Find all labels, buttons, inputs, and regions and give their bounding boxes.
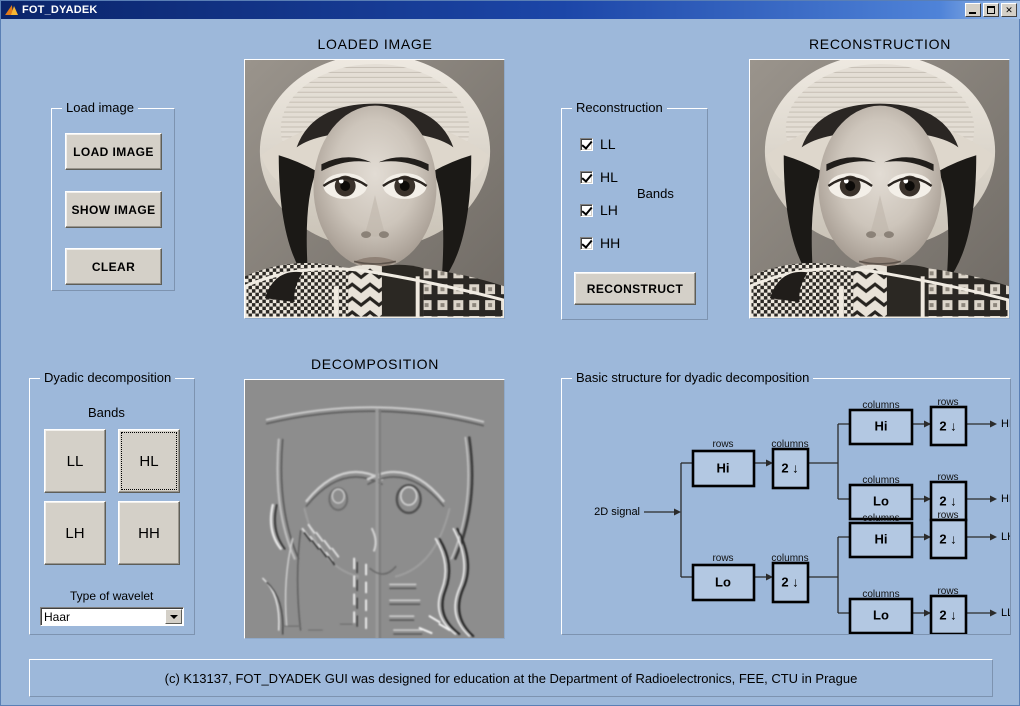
load-image-panel: Load image LOAD IMAGE SHOW IMAGE CLEAR	[51, 100, 175, 291]
band-button-hh[interactable]: HH	[118, 501, 180, 565]
close-icon: ✕	[1005, 4, 1013, 15]
downsampler-hh-label: 2 ↓	[939, 418, 956, 433]
loaded-image-heading: LOADED IMAGE	[317, 36, 433, 52]
reconstruction-heading: RECONSTRUCTION	[808, 36, 952, 52]
close-button[interactable]: ✕	[1001, 3, 1017, 17]
decomposition-heading: DECOMPOSITION	[310, 356, 440, 372]
downsampler-stage1-hi-label: 2 ↓	[781, 460, 798, 475]
band-button-ll[interactable]: LL	[44, 429, 106, 493]
reconstruction-panel-title: Reconstruction	[572, 100, 667, 115]
block-stage2-hi-bottom-label: Hi	[875, 531, 888, 546]
output-label-hl: HL	[1001, 493, 1010, 505]
reconstruction-bands-label: Bands	[637, 186, 674, 201]
band-button-hl[interactable]: HL	[118, 429, 180, 493]
checkbox-ll-label: LL	[600, 136, 616, 152]
dyadic-bands-label: Bands	[88, 405, 125, 420]
footer-credit: (c) K13137, FOT_DYADEK GUI was designed …	[29, 659, 993, 697]
checkbox-hl-box[interactable]	[580, 170, 593, 184]
checkbox-hh-label: HH	[600, 235, 621, 251]
downsampler-lh-label: 2 ↓	[939, 531, 956, 546]
checkbox-ll[interactable]: LL	[580, 136, 616, 152]
diagram-input-label: 2D signal	[594, 506, 640, 518]
caption-rows-2: rows	[712, 553, 733, 564]
wavelet-type-label: Type of wavelet	[70, 589, 154, 603]
decomposition-image-render	[245, 380, 504, 638]
window-controls: ✕	[965, 3, 1017, 17]
block-stage2-hi-top-label: Hi	[875, 418, 888, 433]
checkbox-hl[interactable]: HL	[580, 169, 618, 185]
checkbox-hh[interactable]: HH	[580, 235, 620, 251]
output-label-ll: LL	[1001, 607, 1010, 619]
downsampler-stage1-lo-label: 2 ↓	[781, 574, 798, 589]
load-image-panel-title: Load image	[62, 100, 138, 115]
clear-button[interactable]: CLEAR	[65, 248, 162, 285]
basic-structure-panel: Basic structure for dyadic decomposition	[561, 370, 1011, 635]
downsampler-hl-label: 2 ↓	[939, 493, 956, 508]
show-image-button[interactable]: SHOW IMAGE	[65, 191, 162, 228]
caption-rows-1: rows	[712, 439, 733, 450]
output-label-lh: LH	[1001, 531, 1010, 543]
window-title: FOT_DYADEK	[22, 4, 98, 16]
checkbox-hh-box[interactable]	[580, 236, 593, 250]
dyadic-decomposition-panel: Dyadic decomposition Bands LL HL LH HH T…	[29, 370, 195, 635]
chevron-down-icon[interactable]	[165, 609, 182, 624]
dyadic-structure-diagram: 2D signal rows Hi columns 2 ↓ rows Lo co…	[594, 397, 1010, 634]
checkbox-lh[interactable]: LH	[580, 202, 618, 218]
reconstruction-image-axes	[749, 59, 1010, 319]
loaded-image-render	[245, 60, 504, 318]
matlab-icon	[5, 3, 19, 17]
reconstruct-button[interactable]: RECONSTRUCT	[574, 272, 696, 305]
block-stage1-lo-label: Lo	[715, 574, 731, 589]
matlab-gui-window: FOT_DYADEK ✕ LOADED IMAGE RECONSTRUCTION…	[0, 0, 1020, 706]
block-stage1-hi-label: Hi	[717, 460, 730, 475]
block-stage2-lo-bottom-label: Lo	[873, 607, 889, 622]
checkbox-ll-box[interactable]	[580, 137, 593, 151]
minimize-button[interactable]	[965, 3, 981, 17]
wavelet-type-dropdown[interactable]: Haar	[40, 607, 184, 626]
wavelet-type-value: Haar	[44, 609, 71, 624]
checkbox-lh-box[interactable]	[580, 203, 593, 217]
checkbox-lh-label: LH	[600, 202, 618, 218]
downsampler-ll-label: 2 ↓	[939, 607, 956, 622]
checkbox-hl-label: HL	[600, 169, 618, 185]
dyadic-panel-title: Dyadic decomposition	[40, 370, 176, 385]
output-label-hh: HH	[1001, 418, 1010, 430]
band-button-lh[interactable]: LH	[44, 501, 106, 565]
reconstruction-panel: Reconstruction Bands LL HL LH HH RECONST…	[561, 100, 708, 320]
maximize-button[interactable]	[983, 3, 999, 17]
load-image-button[interactable]: LOAD IMAGE	[65, 133, 162, 170]
decomposition-image-axes	[244, 379, 505, 639]
loaded-image-axes	[244, 59, 505, 319]
title-bar: FOT_DYADEK ✕	[1, 1, 1020, 19]
block-stage2-lo-top-label: Lo	[873, 493, 889, 508]
reconstruction-image-render	[750, 60, 1009, 318]
footer-text: (c) K13137, FOT_DYADEK GUI was designed …	[164, 670, 858, 686]
